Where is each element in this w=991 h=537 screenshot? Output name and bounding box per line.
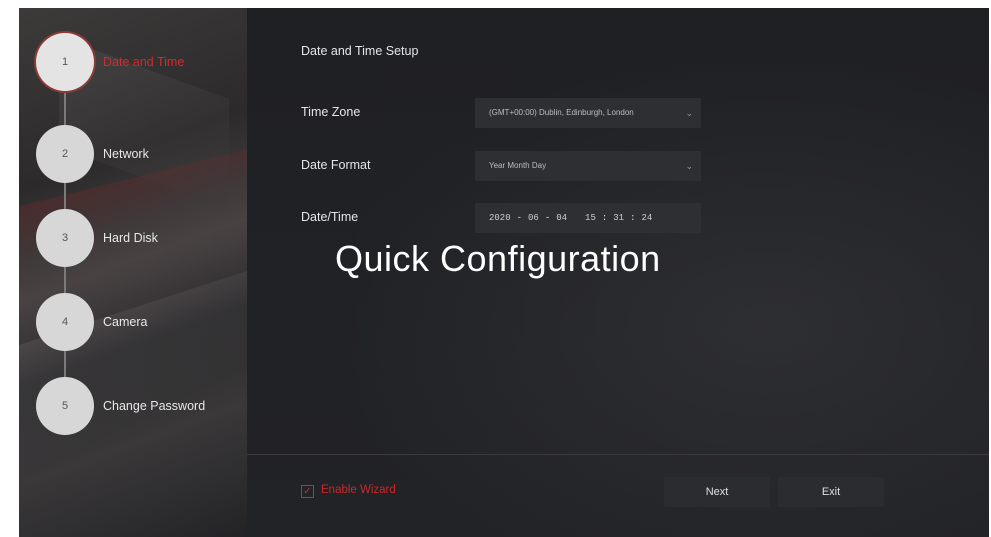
chevron-down-icon: ⌄ [685,161,693,171]
step-number: 4 [36,293,94,351]
step-number: 5 [36,377,94,435]
date-format-label: Date Format [301,158,371,172]
step-label: Network [103,147,149,161]
time-zone-value: (GMT+00:00) Dublin, Edinburgh, London [489,108,634,117]
footer-divider [247,454,989,455]
year-field[interactable]: 2020 [489,203,511,233]
date-separator: - [544,213,551,223]
step-number: 2 [36,125,94,183]
next-button[interactable]: Next [664,477,770,507]
time-zone-select[interactable]: (GMT+00:00) Dublin, Edinburgh, London ⌄ [475,98,701,128]
wizard-step-change-password[interactable]: 5 Change Password [36,377,247,435]
step-label: Hard Disk [103,231,158,245]
date-format-value: Year Month Day [489,161,547,170]
step-label: Date and Time [103,55,185,69]
exit-button[interactable]: Exit [778,477,884,507]
chevron-down-icon: ⌄ [685,108,693,118]
date-time-input[interactable]: 2020-06-04 15:31:24 [475,203,701,233]
wizard-step-network[interactable]: 2 Network [36,125,247,183]
date-format-select[interactable]: Year Month Day ⌄ [475,151,701,181]
quick-configuration-title: Quick Configuration [335,238,661,279]
step-connector [64,351,66,377]
checkbox-checked-icon[interactable]: ✓ [301,485,314,498]
wizard-step-camera[interactable]: 4 Camera [36,293,247,351]
date-time-label: Date/Time [301,210,359,224]
quick-config-window: 1 Date and Time 2 Network 3 Hard Disk 4 … [19,8,989,537]
step-number: 1 [36,33,94,91]
day-field[interactable]: 04 [556,203,567,233]
month-field[interactable]: 06 [528,203,539,233]
main-panel: Date and Time Setup Time Zone (GMT+00:00… [247,8,989,537]
minute-field[interactable]: 31 [613,203,624,233]
wizard-sidebar: 1 Date and Time 2 Network 3 Hard Disk 4 … [19,8,247,537]
section-title: Date and Time Setup [301,44,419,58]
time-separator: : [601,213,608,223]
wizard-step-hard-disk[interactable]: 3 Hard Disk [36,209,247,267]
step-number: 3 [36,209,94,267]
step-connector [64,91,66,125]
time-zone-label: Time Zone [301,105,361,119]
wizard-step-date-and-time[interactable]: 1 Date and Time [36,33,247,91]
step-label: Camera [103,315,148,329]
step-connector [64,183,66,209]
step-label: Change Password [103,399,206,413]
second-field[interactable]: 24 [641,203,652,233]
enable-wizard-label[interactable]: Enable Wizard [321,484,396,496]
time-separator: : [630,213,636,223]
step-connector [64,267,66,293]
date-separator: - [516,213,523,223]
hour-field[interactable]: 15 [585,203,596,233]
